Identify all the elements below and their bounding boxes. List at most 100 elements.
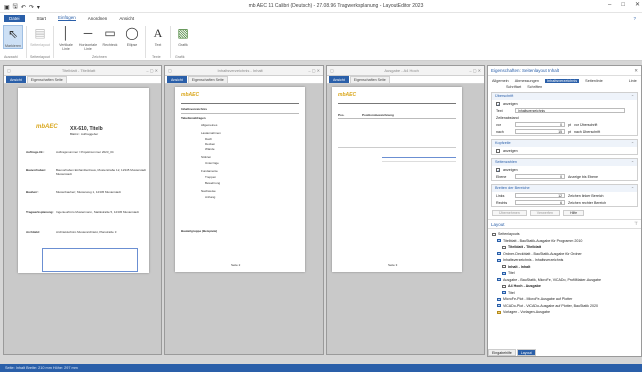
page-preview-area[interactable]: mbAEC XX-610, Titelb Blattnr.: Auftragge… (4, 84, 161, 354)
group-auswahl: Auswahl (4, 55, 18, 59)
ellipse-button[interactable]: ◯ Ellipse (122, 25, 142, 47)
vertical-line-icon: │ (62, 26, 70, 40)
document-window-ausgabe[interactable]: ▢ Ausgabe - A4 Hoch – ▢ ✕ Ansicht Eigenscha… (326, 65, 485, 355)
rechts-input[interactable]: 6 (515, 200, 565, 205)
tab-eigenschaften-seite[interactable]: Eigenschaften Seite (187, 76, 228, 83)
image-button[interactable]: ▧ Grafik (173, 25, 193, 47)
pin-icon[interactable]: ⊤ (634, 221, 638, 227)
close-icon[interactable]: ✕ (634, 68, 638, 74)
tab-seitenlinie[interactable]: Seitenlinie (585, 79, 603, 83)
customize-toolbar-icon[interactable]: ▾ (37, 4, 40, 11)
tab-inhaltsverzeichnis[interactable]: Inhaltsverzeichnis (544, 79, 580, 83)
tab-ansicht[interactable]: Ansicht (329, 76, 349, 83)
minimize-icon[interactable]: – (608, 2, 611, 8)
tree-item[interactable]: Vorlagen - Vorlagen-Ausgabe (492, 309, 637, 316)
window-controls[interactable]: – ▢ ✕ (308, 68, 320, 73)
mbaec-logo: mbAEC (181, 92, 200, 98)
group-zeichnen: Zeichnen (92, 55, 107, 59)
collapse-icon[interactable]: ⌃ (631, 94, 634, 99)
help-icon[interactable]: ? (633, 16, 636, 21)
select-button[interactable]: ⇖ Markieren (3, 25, 23, 49)
section-seitenzahlen: Seitenzahlen ⌃ ✓ anzeigen Ebene 0 Anzeige bi… (491, 158, 638, 181)
redo-icon[interactable]: ↷ (29, 4, 34, 11)
page-preview-area[interactable]: mbAEC Inhaltsverzeichnis Tabellenabfrage… (165, 84, 323, 354)
menu-anordnen[interactable]: Anordnen (88, 16, 108, 21)
page-inhalt: mbAEC Inhaltsverzeichnis Tabellenabfrage… (175, 87, 305, 272)
undo-icon[interactable]: ↶ (21, 4, 26, 11)
section-kopfzeile: Kopfzeile ⌃ anzeigen (491, 139, 638, 155)
group-grafik: Grafik (175, 55, 185, 59)
window-title: Inhaltsverzeichnis - Inhalt (217, 68, 263, 73)
quick-access-toolbar: ▣ 🖫 ↶ ↷ ▾ (4, 2, 40, 12)
ellipse-icon: ◯ (125, 26, 139, 40)
tab-abmessungen[interactable]: Abmessungen (515, 79, 539, 83)
page-subtitle: Blattnr.: Auftraggeber (70, 132, 99, 136)
tab-eingabehilfe[interactable]: Eingabehilfe (488, 349, 516, 356)
window-title: Titelblatt - Titelblatt (61, 68, 96, 73)
document-window-titelblatt[interactable]: ▢ Titelblatt - Titelblatt – ▢ ✕ Ansicht Eig… (3, 65, 162, 355)
rectangle-button[interactable]: ▭ Rechteck (100, 25, 120, 47)
page-layout-button[interactable]: ▤ Seitenlayout (29, 25, 51, 47)
checkbox-kopfzeile[interactable] (496, 148, 500, 153)
page-layout-icon: ▤ (34, 26, 46, 40)
help-button[interactable]: Hilfe (562, 210, 585, 216)
window-controls[interactable]: – ▢ ✕ (469, 68, 481, 73)
mbaec-logo: mbAEC (36, 124, 58, 130)
menu-einfuegen[interactable]: Einfügen (58, 15, 76, 21)
tab-schriften[interactable]: Schriften (527, 85, 542, 89)
window-controls[interactable]: – ▢ ✕ (146, 68, 158, 73)
window-title: Ausgabe - A4 Hoch (384, 68, 419, 73)
checkbox-ueberschrift-anzeigen[interactable]: ✓ (496, 101, 500, 106)
apply-button[interactable]: Übernehmen (492, 210, 527, 216)
discard-button[interactable]: Verwerfen (529, 210, 560, 216)
properties-panel: Eigenschaften: Seitenlayout Inhalt ✕ Allg… (487, 65, 642, 357)
tab-linie[interactable]: Linie (629, 79, 637, 83)
maximize-icon[interactable]: □ (621, 2, 625, 8)
tab-schriftart[interactable]: Schriftart (506, 85, 521, 89)
layout-tree: Seitenlayouts Titelblatt - BauStatik-Aus… (488, 229, 641, 318)
nach-input[interactable]: 15 (515, 129, 565, 134)
page-ausgabe: mbAEC Pos. Positionsbezeichnung Seite 3 (332, 87, 462, 272)
cursor-icon: ⇖ (7, 27, 19, 41)
tab-ansicht[interactable]: Ansicht (6, 76, 26, 83)
page-titelblatt: mbAEC XX-610, Titelb Blattnr.: Auftragge… (18, 88, 149, 273)
status-bar: Seite: Inhalt Breite: 210 mm Höhe: 297 m… (0, 364, 642, 372)
links-input[interactable]: 12 (515, 193, 565, 198)
properties-title: Eigenschaften: Seitenlayout Inhalt (491, 68, 560, 73)
horizontal-line-button[interactable]: ─ Horizontale Linie (78, 25, 98, 51)
tab-eigenschaften-seite[interactable]: Eigenschaften Seite (26, 76, 67, 83)
section-ueberschrift: Überschrift ⌃ ✓ anzeigen Text Inhaltsverzei… (491, 92, 638, 136)
menu-bar: Datei Start Einfügen Anordnen Ansicht ? (0, 13, 642, 23)
tab-allgemein[interactable]: Allgemein (492, 79, 509, 83)
file-menu[interactable]: Datei (4, 14, 25, 22)
text-icon: A (153, 26, 163, 40)
text-button[interactable]: A Text (148, 25, 168, 47)
mbaec-logo: mbAEC (338, 92, 357, 98)
selection-frame[interactable] (42, 248, 138, 272)
ebene-input[interactable]: 0 (515, 174, 565, 179)
ueberschrift-text-input[interactable]: Inhaltsverzeichnis (515, 108, 625, 113)
window-title: mb AEC 11 Calibri (Deutsch) - 27.08.96 T… (248, 3, 424, 9)
checkbox-seitenzahlen[interactable]: ✓ (496, 167, 500, 172)
close-icon[interactable]: ✕ (635, 1, 640, 8)
save-icon[interactable]: 🖫 (13, 2, 18, 12)
image-icon: ▧ (177, 26, 189, 40)
tab-layout[interactable]: Layout (516, 349, 536, 356)
document-window-inhalt[interactable]: ▢ Inhaltsverzeichnis - Inhalt – ▢ ✕ Ansich… (164, 65, 324, 355)
app-menu-icon[interactable]: ▣ (4, 4, 10, 11)
title-bar: ▣ 🖫 ↶ ↷ ▾ mb AEC 11 Calibri (Deutsch) - … (0, 0, 642, 13)
section-breiten: Breiten der Bereiche ⌃ Links 12 Zeichen lin… (491, 184, 638, 207)
tab-eigenschaften-seite[interactable]: Eigenschaften Seite (349, 76, 390, 83)
rectangle-icon: ▭ (104, 26, 116, 40)
vor-input[interactable]: 0 (515, 122, 565, 127)
vertical-line-button[interactable]: │ Vertikale Linie (56, 25, 76, 51)
tab-ansicht[interactable]: Ansicht (167, 76, 187, 83)
ribbon: ⇖ Markieren ▤ Seitenlayout │ Vertikale Lini… (0, 23, 642, 61)
menu-ansicht[interactable]: Ansicht (119, 16, 134, 21)
horizontal-line-icon: ─ (83, 26, 93, 40)
menu-start[interactable]: Start (37, 16, 47, 21)
window-controls: – □ ✕ (608, 1, 640, 9)
page-preview-area[interactable]: mbAEC Pos. Positionsbezeichnung Seite 3 (327, 84, 484, 354)
group-texte: Texte (152, 55, 161, 59)
group-seitenlayout: Seitenlayout (30, 55, 50, 59)
